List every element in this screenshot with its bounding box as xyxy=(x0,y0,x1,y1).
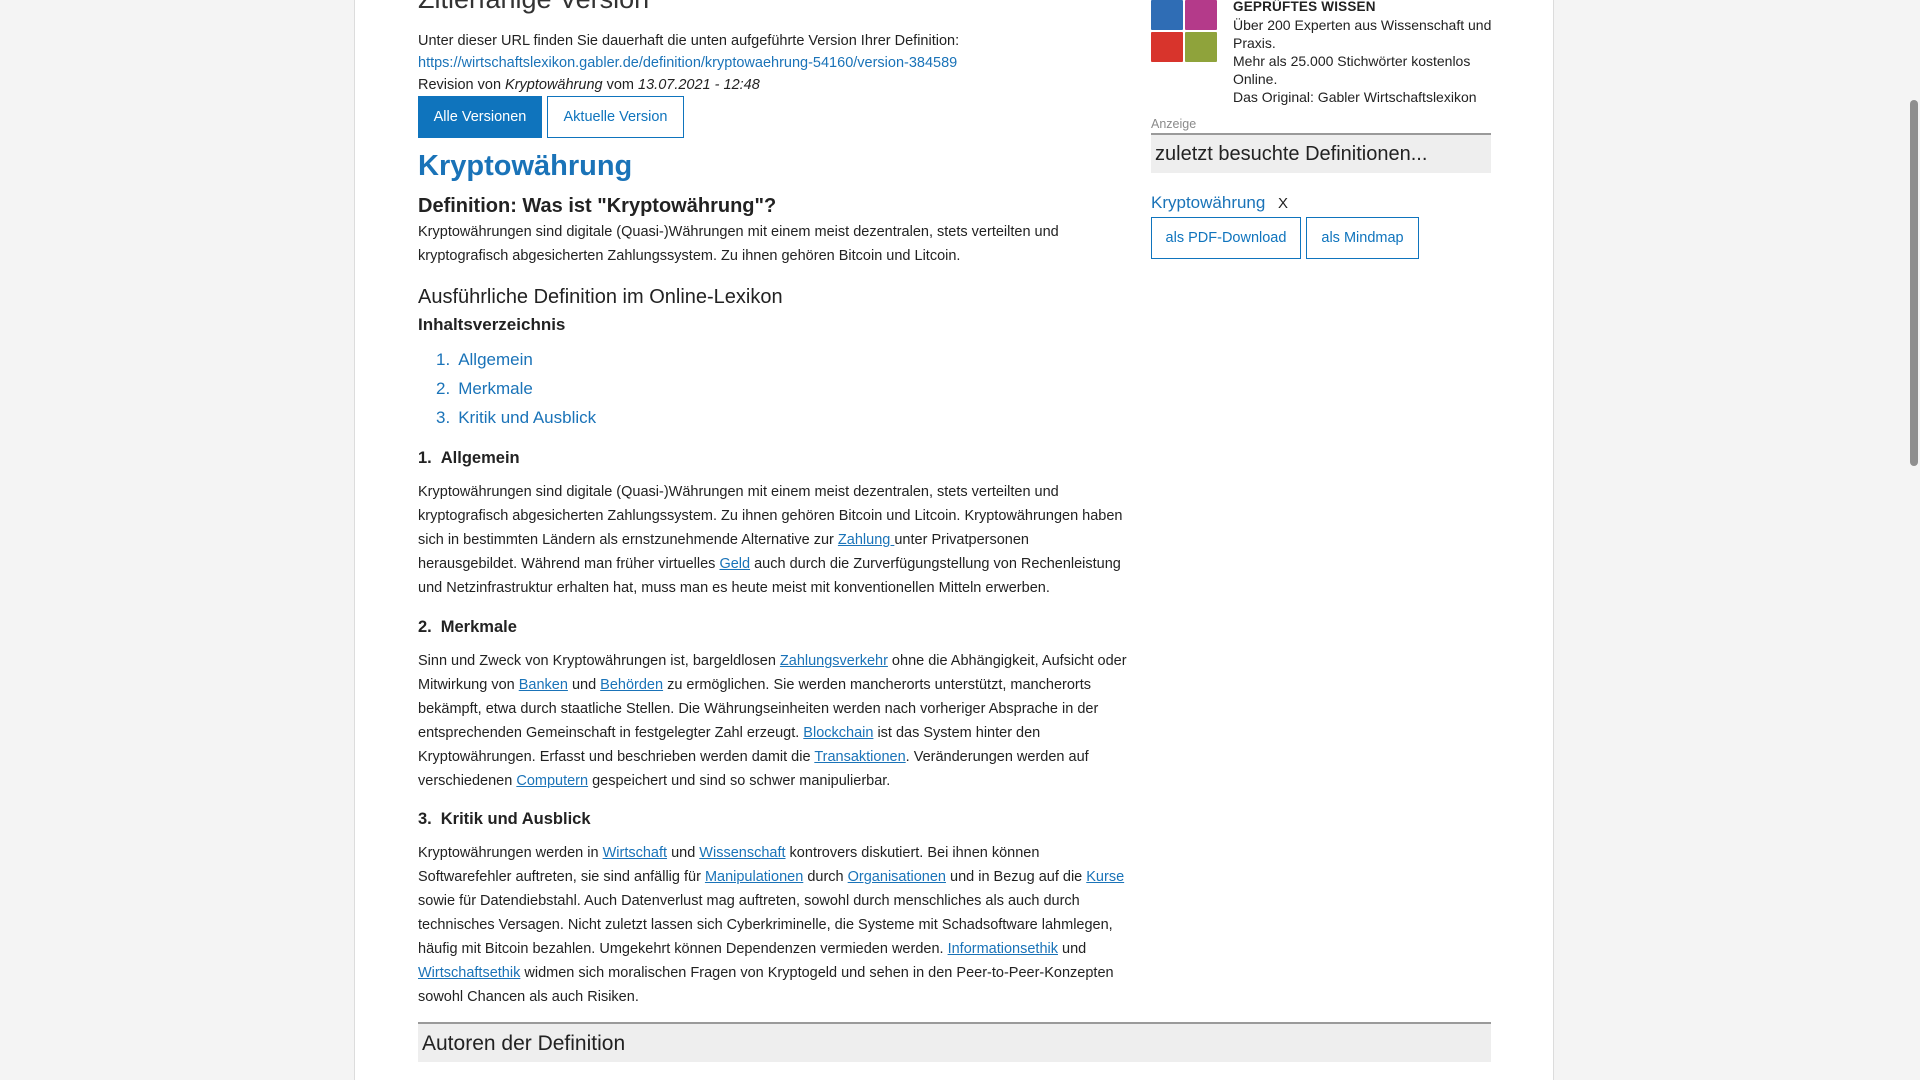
glossary-link[interactable]: Blockchain xyxy=(803,725,873,741)
definition-text: Kryptowährungen sind digitale (Quasi-)Wä… xyxy=(418,224,1059,264)
promo-line: Mehr als 25.000 Stichwörter kostenlos On… xyxy=(1233,53,1471,87)
glossary-link[interactable]: Zahlung xyxy=(838,532,894,548)
section-heading-kritik: 3. Kritik und Ausblick xyxy=(418,810,591,828)
glossary-link[interactable]: Manipulationen xyxy=(705,869,803,885)
remove-recent-button[interactable]: X xyxy=(1278,195,1288,212)
promo-block: GEPRÜFTES WISSEN Über 200 Experten aus W… xyxy=(1233,0,1493,106)
term-title: Kryptowährung xyxy=(418,150,633,182)
detail-heading: Ausführliche Definition im Online-Lexiko… xyxy=(418,286,783,308)
glossary-link[interactable]: Behörden xyxy=(600,677,663,693)
paragraph-text: widmen sich moralischen Fragen von Krypt… xyxy=(418,965,1114,1005)
toc-link-merkmale[interactable]: Merkmale xyxy=(458,379,533,398)
paragraph-text: Sinn und Zweck von Kryptowährungen ist, … xyxy=(418,653,780,669)
definition-heading: Definition: Was ist "Kryptowährung"? xyxy=(418,195,777,217)
revision-mid: vom xyxy=(606,77,635,93)
current-version-button[interactable]: Aktuelle Version xyxy=(547,96,684,138)
citation-text: Unter dieser URL finden Sie dauerhaft di… xyxy=(418,33,960,49)
glossary-link[interactable]: Banken xyxy=(519,677,568,693)
section-text-allgemein: Kryptowährungen sind digitale (Quasi-)Wä… xyxy=(418,480,1128,600)
glossary-link[interactable]: Wirtschaftsethik xyxy=(418,965,520,981)
recent-definition-link[interactable]: Kryptowährung xyxy=(1151,193,1265,213)
recent-definitions-heading: zuletzt besuchte Definitionen... xyxy=(1155,143,1428,165)
ad-label: Anzeige xyxy=(1151,117,1197,131)
toc-item[interactable]: 3. Kritik und Ausblick xyxy=(436,406,596,435)
promo-line: Das Original: Gabler Wirtschaftslexikon xyxy=(1233,89,1477,105)
toc-heading: Inhaltsverzeichnis xyxy=(418,315,566,334)
promo-title: GEPRÜFTES WISSEN xyxy=(1233,0,1376,14)
revision-date: 13.07.2021 - 12:48 xyxy=(638,77,760,93)
glossary-link[interactable]: Organisationen xyxy=(848,869,946,885)
paragraph-text: gespeichert und sind so schwer manipulie… xyxy=(588,773,891,789)
glossary-link[interactable]: Geld xyxy=(719,556,750,572)
citation-url-link[interactable]: https://wirtschaftslexikon.gabler.de/def… xyxy=(418,52,957,74)
paragraph-text: Kryptowährungen werden in xyxy=(418,845,603,861)
paragraph-text: und in Bezug auf die xyxy=(945,869,1087,885)
citation-revision: Revision von Kryptowährung vom 13.07.202… xyxy=(418,74,760,96)
toc-item[interactable]: 2. Merkmale xyxy=(436,377,596,406)
section-text-merkmale: Sinn und Zweck von Kryptowährungen ist, … xyxy=(418,649,1128,793)
mindmap-button[interactable]: als Mindmap xyxy=(1306,217,1419,259)
glossary-link[interactable]: Transaktionen xyxy=(814,749,905,765)
paragraph-text: und xyxy=(1058,941,1087,957)
paragraph-text: und xyxy=(567,677,601,693)
scrollbar-thumb[interactable] xyxy=(1910,100,1918,466)
page-container: Zitierfähige Version Unter dieser URL fi… xyxy=(354,0,1554,1080)
recent-definitions-header: zuletzt besuchte Definitionen... xyxy=(1151,133,1491,173)
all-versions-button[interactable]: Alle Versionen xyxy=(418,96,542,138)
glossary-link[interactable]: Wirtschaft xyxy=(603,845,667,861)
authors-header: Autoren der Definition xyxy=(418,1022,1491,1062)
pdf-download-button[interactable]: als PDF-Download xyxy=(1151,217,1301,259)
experts-avatar-image xyxy=(1151,0,1217,62)
toc-link-allgemein[interactable]: Allgemein xyxy=(458,350,533,369)
vertical-scrollbar[interactable] xyxy=(1904,0,1920,1080)
glossary-link[interactable]: Kurse xyxy=(1086,869,1124,885)
revision-term: Kryptowährung xyxy=(505,77,603,93)
paragraph-text: und xyxy=(667,845,700,861)
authors-heading: Autoren der Definition xyxy=(422,1032,626,1055)
toc-link-kritik[interactable]: Kritik und Ausblick xyxy=(458,408,596,427)
glossary-link[interactable]: Computern xyxy=(516,773,588,789)
section-heading-merkmale: 2. Merkmale xyxy=(418,618,517,636)
glossary-link[interactable]: Wissenschaft xyxy=(699,845,785,861)
table-of-contents: 1. Allgemein 2. Merkmale 3. Kritik und Ausb… xyxy=(436,348,596,435)
avatar xyxy=(1151,0,1183,30)
section-heading-allgemein: 1. Allgemein xyxy=(418,449,520,467)
revision-prefix: Revision von xyxy=(418,77,502,93)
avatar xyxy=(1185,0,1217,30)
toc-item[interactable]: 1. Allgemein xyxy=(436,348,596,377)
citation-title: Zitierfähige Version xyxy=(418,0,649,15)
avatar xyxy=(1151,32,1183,62)
paragraph-text: durch xyxy=(803,869,848,885)
avatar xyxy=(1185,32,1217,62)
glossary-link[interactable]: Zahlungsverkehr xyxy=(780,653,888,669)
promo-line: Über 200 Experten aus Wissenschaft und P… xyxy=(1233,17,1492,51)
glossary-link[interactable]: Informationsethik xyxy=(948,941,1058,957)
section-text-kritik: Kryptowährungen werden in Wirtschaft und… xyxy=(418,841,1128,1009)
